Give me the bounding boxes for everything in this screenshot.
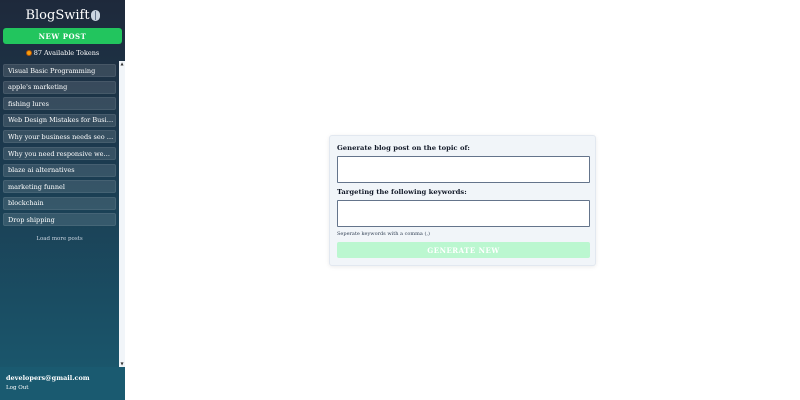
topic-input[interactable] (337, 156, 590, 183)
new-post-button[interactable]: NEW POST (3, 28, 122, 44)
post-list-item[interactable]: blaze ai alternatives (3, 163, 116, 177)
brand-name: BlogSwift (25, 7, 90, 23)
load-more-posts-link[interactable]: Load more posts (0, 236, 119, 242)
account-email: developers@gmail.com (6, 374, 90, 382)
logout-link[interactable]: Log Out (6, 385, 125, 391)
post-list-item[interactable]: blockchain (3, 196, 116, 210)
post-list-item[interactable]: apple's marketing (3, 80, 116, 94)
scroll-up-arrow-icon[interactable]: ▲ (119, 61, 125, 67)
post-list-item[interactable]: marketing funnel (3, 180, 116, 194)
new-post-form: Generate blog post on the topic of: Targ… (329, 135, 596, 266)
sidebar: BlogSwift NEW POST 87 Available Tokens V… (0, 0, 125, 400)
topic-label: Generate blog post on the topic of: (337, 144, 470, 152)
keywords-input[interactable] (337, 200, 590, 227)
generate-new-button[interactable]: GENERATE NEW (337, 242, 590, 258)
post-list: Visual Basic Programming apple's marketi… (0, 61, 125, 367)
post-list-item[interactable]: fishing lures (3, 97, 116, 111)
post-list-item[interactable]: Why you need responsive web design for y… (3, 147, 116, 160)
post-list-scrollbar[interactable]: ▲ ▼ (119, 61, 125, 367)
post-list-item[interactable]: Visual Basic Programming (3, 64, 116, 77)
keywords-hint: Seperate keywords with a comma (,) (337, 231, 430, 237)
post-list-item[interactable]: Why your business needs seo and how it h… (3, 130, 116, 144)
brand[interactable]: BlogSwift (0, 0, 125, 28)
post-list-item[interactable]: Drop shipping (3, 213, 116, 227)
coin-stack-icon (25, 50, 32, 56)
keywords-label: Targeting the following keywords: (337, 188, 467, 196)
post-list-item[interactable]: Web Design Mistakes for Business Owners (3, 113, 116, 127)
account-panel: developers@gmail.com Log Out (0, 367, 125, 400)
available-tokens[interactable]: 87 Available Tokens (0, 47, 125, 59)
tokens-text: 87 Available Tokens (33, 49, 100, 57)
brain-icon (90, 9, 100, 21)
